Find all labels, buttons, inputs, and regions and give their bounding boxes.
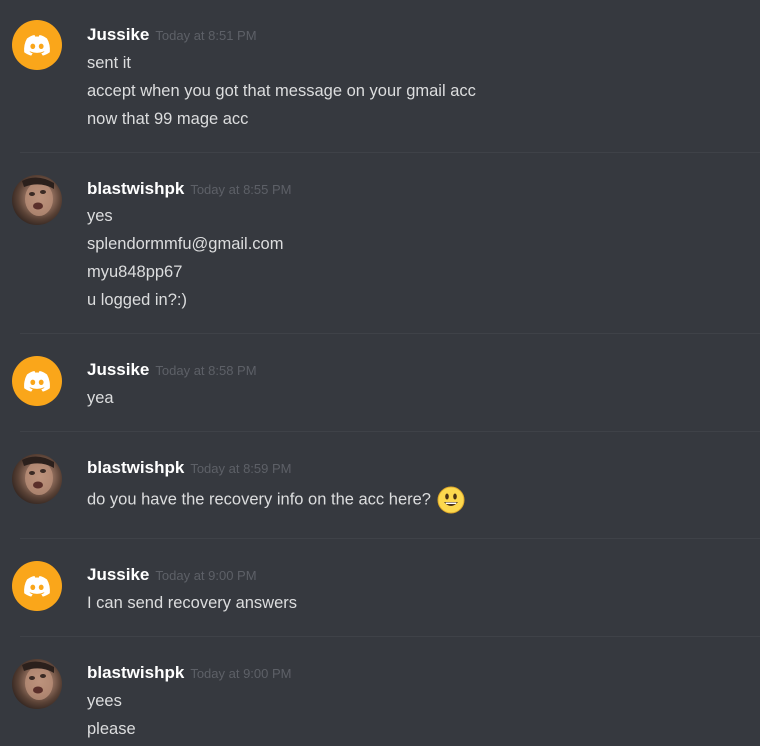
avatar[interactable] (12, 175, 62, 225)
message-divider (20, 333, 760, 334)
discord-logo-icon (24, 371, 50, 392)
timestamp: Today at 8:55 PM (190, 182, 292, 197)
message-line: do you have the recovery info on the acc… (87, 486, 465, 514)
timestamp: Today at 8:58 PM (155, 363, 257, 378)
message-header: Jussike Today at 8:58 PM (87, 360, 257, 381)
username[interactable]: Jussike (87, 360, 149, 379)
user-photo-icon (22, 456, 54, 495)
username[interactable]: Jussike (87, 25, 149, 44)
message-divider (20, 636, 760, 637)
message-line: now that 99 mage acc (87, 110, 249, 128)
avatar[interactable] (12, 454, 62, 504)
chat-message-list: Jussike Today at 8:51 PM sent it accept w… (0, 0, 760, 746)
message-line: splendormmfu@gmail.com (87, 235, 284, 253)
user-photo-icon (22, 661, 54, 700)
message-divider (20, 431, 760, 432)
message-text: do you have the recovery info on the acc… (87, 490, 431, 509)
username[interactable]: blastwishpk (87, 179, 184, 198)
message-line: u logged in?:) (87, 291, 187, 309)
discord-logo-icon (24, 576, 50, 597)
discord-logo-icon (24, 35, 50, 56)
message-line: yea (87, 389, 114, 407)
avatar[interactable] (12, 356, 62, 406)
timestamp: Today at 8:59 PM (190, 461, 292, 476)
message-line: yes (87, 207, 113, 225)
message-divider (20, 538, 760, 539)
message-line: yees (87, 692, 122, 710)
username[interactable]: blastwishpk (87, 663, 184, 682)
message-divider (20, 152, 760, 153)
username[interactable]: blastwishpk (87, 458, 184, 477)
avatar[interactable] (12, 561, 62, 611)
message-line: I can send recovery answers (87, 594, 298, 612)
avatar[interactable] (12, 20, 62, 70)
user-photo-icon (22, 177, 54, 216)
username[interactable]: Jussike (87, 565, 149, 584)
smiley-face-icon (437, 486, 465, 514)
message-line: myu848pp67 (87, 263, 183, 281)
avatar[interactable] (12, 659, 62, 709)
timestamp: Today at 8:51 PM (155, 28, 257, 43)
timestamp: Today at 9:00 PM (155, 568, 257, 583)
message-line: sent it (87, 54, 132, 72)
message-header: Jussike Today at 9:00 PM (87, 565, 257, 586)
timestamp: Today at 9:00 PM (190, 666, 292, 681)
message-line: please (87, 720, 136, 738)
message-header: Jussike Today at 8:51 PM (87, 25, 257, 46)
message-header: blastwishpk Today at 8:55 PM (87, 179, 291, 200)
message-header: blastwishpk Today at 9:00 PM (87, 663, 291, 684)
message-header: blastwishpk Today at 8:59 PM (87, 458, 291, 479)
message-line: accept when you got that message on your… (87, 82, 476, 100)
